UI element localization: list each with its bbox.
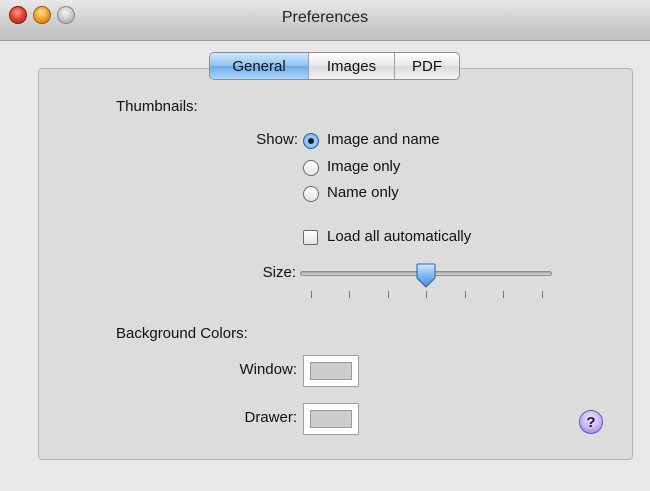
window-color-label: Window: — [239, 361, 297, 378]
size-label: Size: — [262, 264, 296, 281]
radio-image-and-name[interactable] — [303, 133, 319, 149]
window-title: Preferences — [281, 9, 369, 26]
tab-general[interactable]: General — [210, 53, 309, 79]
drawer-color-well[interactable] — [303, 403, 359, 435]
slider-tick — [465, 291, 466, 298]
load-all-checkbox[interactable] — [303, 230, 318, 245]
tab-images[interactable]: Images — [309, 53, 395, 79]
load-all-label[interactable]: Load all automatically — [327, 228, 471, 245]
show-label: Show: — [256, 131, 298, 148]
slider-tick — [349, 291, 350, 298]
radio-image-only[interactable] — [303, 160, 319, 176]
tab-bar: General Images PDF — [209, 52, 460, 80]
radio-name-only-label[interactable]: Name only — [327, 184, 399, 201]
radio-image-only-label[interactable]: Image only — [327, 158, 400, 175]
slider-tick — [388, 291, 389, 298]
radio-image-and-name-label[interactable]: Image and name — [327, 131, 440, 148]
slider-tick — [503, 291, 504, 298]
tab-pdf[interactable]: PDF — [395, 53, 459, 79]
size-slider-knob[interactable] — [416, 263, 436, 289]
drawer-color-swatch — [310, 410, 352, 428]
window-color-well[interactable] — [303, 355, 359, 387]
general-pane — [38, 68, 633, 460]
thumbnails-heading: Thumbnails: — [116, 98, 198, 115]
slider-tick — [426, 291, 427, 298]
slider-tick — [311, 291, 312, 298]
slider-tick — [542, 291, 543, 298]
window-color-swatch — [310, 362, 352, 380]
drawer-color-label: Drawer: — [244, 409, 297, 426]
title-bar: Preferences — [0, 0, 650, 41]
radio-name-only[interactable] — [303, 186, 319, 202]
preferences-window: Preferences General Images PDF Thumbnail… — [0, 0, 650, 491]
help-icon[interactable]: ? — [579, 410, 603, 434]
background-colors-heading: Background Colors: — [116, 325, 248, 342]
